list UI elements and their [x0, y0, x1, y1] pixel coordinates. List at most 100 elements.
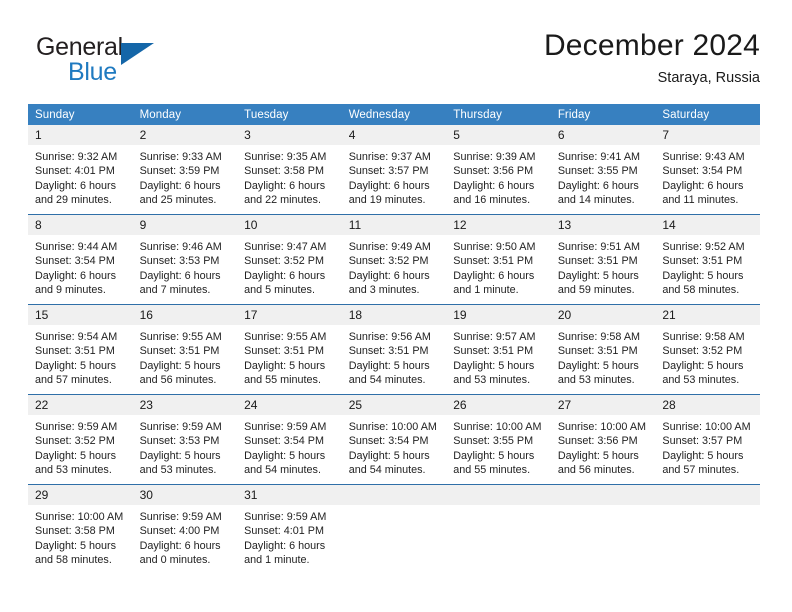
- day-number: 4: [341, 125, 447, 145]
- day-number: [446, 485, 551, 505]
- day-details: Sunrise: 9:59 AM Sunset: 4:01 PM Daylight:…: [237, 505, 342, 567]
- sunrise-text: Sunrise: 9:59 AM: [244, 421, 327, 433]
- daylight-text-line1: Daylight: 6 hours: [244, 539, 326, 552]
- calendar-day-cell[interactable]: 15 Sunrise: 9:54 AM Sunset: 3:51 PM Dayligh…: [28, 304, 133, 395]
- day-details: Sunrise: 10:00 AM Sunset: 3:54 PM Daylight…: [342, 415, 447, 477]
- weekday-header-monday: Monday: [132, 104, 238, 125]
- day-number: [655, 485, 760, 505]
- calendar-page: General Blue December 2024 Staraya, Russ…: [0, 0, 792, 612]
- calendar-day-cell[interactable]: 30 Sunrise: 9:59 AM Sunset: 4:00 PM Dayligh…: [132, 484, 238, 574]
- sunrise-text: Sunrise: 10:00 AM: [557, 421, 647, 433]
- sunrise-text: Sunrise: 9:43 AM: [662, 151, 745, 163]
- calendar-day-cell[interactable]: 1 Sunrise: 9:32 AM Sunset: 4:01 PM Daylight…: [28, 125, 133, 215]
- sunset-text: Sunset: 3:57 PM: [348, 165, 429, 178]
- calendar-day-cell[interactable]: 5 Sunrise: 9:39 AM Sunset: 3:56 PM Daylight…: [446, 125, 551, 215]
- day-number: 31: [237, 485, 342, 505]
- sunrise-text: Sunrise: 9:57 AM: [453, 331, 536, 343]
- calendar-day-cell[interactable]: 24 Sunrise: 9:59 AM Sunset: 3:54 PM Dayligh…: [237, 394, 342, 485]
- calendar-week-row: 1 Sunrise: 9:32 AM Sunset: 4:01 PM Daylight…: [28, 125, 760, 215]
- calendar-day-cell-empty: [446, 484, 551, 574]
- calendar-week-row: 15 Sunrise: 9:54 AM Sunset: 3:51 PM Dayligh…: [28, 304, 760, 395]
- day-details: Sunrise: 9:41 AM Sunset: 3:55 PM Daylight:…: [551, 145, 656, 207]
- calendar-day-cell[interactable]: 11 Sunrise: 9:49 AM Sunset: 3:52 PM Dayligh…: [341, 214, 447, 305]
- sunrise-text: Sunrise: 9:46 AM: [139, 241, 222, 253]
- weekday-header-saturday: Saturday: [655, 104, 760, 125]
- daylight-text-line2: and 25 minutes.: [139, 193, 217, 206]
- calendar-week-row: 8 Sunrise: 9:44 AM Sunset: 3:54 PM Daylight…: [28, 214, 760, 305]
- general-blue-logo[interactable]: General Blue: [36, 32, 266, 94]
- calendar-day-cell[interactable]: 12 Sunrise: 9:50 AM Sunset: 3:51 PM Dayligh…: [446, 214, 551, 305]
- daylight-text-line2: and 54 minutes.: [348, 463, 426, 476]
- calendar-day-cell[interactable]: 29 Sunrise: 10:00 AM Sunset: 3:58 PM Daylig…: [28, 484, 133, 574]
- daylight-text-line2: and 11 minutes.: [662, 193, 739, 206]
- day-number: [341, 485, 447, 505]
- calendar-day-cell[interactable]: 16 Sunrise: 9:55 AM Sunset: 3:51 PM Dayligh…: [132, 304, 238, 395]
- calendar-day-cell[interactable]: 28 Sunrise: 10:00 AM Sunset: 3:57 PM Daylig…: [655, 394, 760, 485]
- calendar-day-cell[interactable]: 18 Sunrise: 9:56 AM Sunset: 3:51 PM Dayligh…: [341, 304, 447, 395]
- weekday-header-thursday: Thursday: [446, 104, 551, 125]
- calendar-day-cell[interactable]: 6 Sunrise: 9:41 AM Sunset: 3:55 PM Daylight…: [550, 125, 656, 215]
- sunrise-text: Sunrise: 10:00 AM: [348, 421, 437, 433]
- day-number: 22: [28, 395, 133, 415]
- calendar-day-cell[interactable]: 10 Sunrise: 9:47 AM Sunset: 3:52 PM Dayligh…: [237, 214, 342, 305]
- daylight-text-line2: and 53 minutes.: [453, 373, 531, 386]
- calendar-day-cell[interactable]: 4 Sunrise: 9:37 AM Sunset: 3:57 PM Daylight…: [341, 125, 447, 215]
- calendar-day-cell[interactable]: 19 Sunrise: 9:57 AM Sunset: 3:51 PM Dayligh…: [446, 304, 551, 395]
- day-details: Sunrise: 9:47 AM Sunset: 3:52 PM Daylight:…: [237, 235, 342, 297]
- day-number: 18: [341, 305, 447, 325]
- day-details: Sunrise: 10:00 AM Sunset: 3:55 PM Daylight…: [446, 415, 551, 477]
- sunset-text: Sunset: 3:54 PM: [35, 255, 115, 268]
- sunset-text: Sunset: 3:53 PM: [139, 255, 220, 268]
- sunset-text: Sunset: 3:52 PM: [244, 255, 324, 268]
- calendar-day-cell[interactable]: 7 Sunrise: 9:43 AM Sunset: 3:54 PM Daylight…: [655, 125, 760, 215]
- day-number: 23: [132, 395, 238, 415]
- calendar-day-cell[interactable]: 20 Sunrise: 9:58 AM Sunset: 3:51 PM Dayligh…: [550, 304, 656, 395]
- calendar-day-cell[interactable]: 9 Sunrise: 9:46 AM Sunset: 3:53 PM Daylight…: [132, 214, 238, 305]
- weekday-header-wednesday: Wednesday: [341, 104, 447, 125]
- day-number: 5: [446, 125, 551, 145]
- sunrise-text: Sunrise: 9:59 AM: [139, 421, 222, 433]
- page-subtitle-location: Staraya, Russia: [657, 70, 760, 86]
- calendar-day-cell[interactable]: 25 Sunrise: 10:00 AM Sunset: 3:54 PM Daylig…: [341, 394, 447, 485]
- day-number: 9: [132, 215, 238, 235]
- calendar-day-cell[interactable]: 31 Sunrise: 9:59 AM Sunset: 4:01 PM Dayligh…: [237, 484, 342, 574]
- calendar-day-cell[interactable]: 21 Sunrise: 9:58 AM Sunset: 3:52 PM Dayligh…: [655, 304, 760, 395]
- day-details: Sunrise: 9:55 AM Sunset: 3:51 PM Daylight:…: [237, 325, 342, 387]
- sunset-text: Sunset: 3:53 PM: [139, 435, 220, 448]
- day-details: Sunrise: 9:50 AM Sunset: 3:51 PM Daylight:…: [446, 235, 551, 297]
- daylight-text-line1: Daylight: 5 hours: [662, 269, 744, 282]
- sunrise-text: Sunrise: 9:58 AM: [557, 331, 641, 343]
- day-details: Sunrise: 9:55 AM Sunset: 3:51 PM Daylight:…: [133, 325, 238, 387]
- calendar-day-cell[interactable]: 27 Sunrise: 10:00 AM Sunset: 3:56 PM Daylig…: [550, 394, 656, 485]
- sunrise-text: Sunrise: 9:35 AM: [244, 151, 327, 163]
- calendar-day-cell[interactable]: 13 Sunrise: 9:51 AM Sunset: 3:51 PM Dayligh…: [550, 214, 656, 305]
- day-details: Sunrise: 9:39 AM Sunset: 3:56 PM Daylight:…: [446, 145, 551, 207]
- day-number: 8: [28, 215, 133, 235]
- calendar-day-cell[interactable]: 17 Sunrise: 9:55 AM Sunset: 3:51 PM Dayligh…: [237, 304, 342, 395]
- calendar-day-cell[interactable]: 23 Sunrise: 9:59 AM Sunset: 3:53 PM Dayligh…: [132, 394, 238, 485]
- daylight-text-line1: Daylight: 5 hours: [244, 359, 326, 372]
- daylight-text-line1: Daylight: 6 hours: [244, 269, 326, 282]
- calendar-day-cell[interactable]: 22 Sunrise: 9:59 AM Sunset: 3:52 PM Dayligh…: [28, 394, 133, 485]
- daylight-text-line2: and 58 minutes.: [662, 283, 740, 296]
- calendar-day-cell[interactable]: 2 Sunrise: 9:33 AM Sunset: 3:59 PM Daylight…: [132, 125, 238, 215]
- page-masthead: General Blue December 2024 Staraya, Russ…: [28, 28, 760, 98]
- calendar-day-cell[interactable]: 3 Sunrise: 9:35 AM Sunset: 3:58 PM Daylight…: [237, 125, 342, 215]
- sunrise-text: Sunrise: 9:56 AM: [348, 331, 431, 343]
- day-number: 6: [550, 125, 656, 145]
- day-number: 2: [132, 125, 238, 145]
- day-details: Sunrise: 9:52 AM Sunset: 3:51 PM Daylight:…: [655, 235, 760, 297]
- daylight-text-line1: Daylight: 5 hours: [35, 359, 117, 372]
- day-number: 27: [550, 395, 656, 415]
- calendar-day-cell[interactable]: 8 Sunrise: 9:44 AM Sunset: 3:54 PM Daylight…: [28, 214, 133, 305]
- day-number: 11: [341, 215, 447, 235]
- daylight-text-line1: Daylight: 5 hours: [662, 449, 744, 462]
- calendar-day-cell[interactable]: 26 Sunrise: 10:00 AM Sunset: 3:55 PM Daylig…: [446, 394, 551, 485]
- sunset-text: Sunset: 3:54 PM: [348, 435, 429, 448]
- day-number: 17: [237, 305, 342, 325]
- sunset-text: Sunset: 3:56 PM: [453, 165, 534, 178]
- daylight-text-line1: Daylight: 5 hours: [244, 449, 326, 462]
- day-number: 13: [550, 215, 656, 235]
- calendar-day-cell[interactable]: 14 Sunrise: 9:52 AM Sunset: 3:51 PM Dayligh…: [655, 214, 760, 305]
- daylight-text-line1: Daylight: 6 hours: [139, 179, 221, 192]
